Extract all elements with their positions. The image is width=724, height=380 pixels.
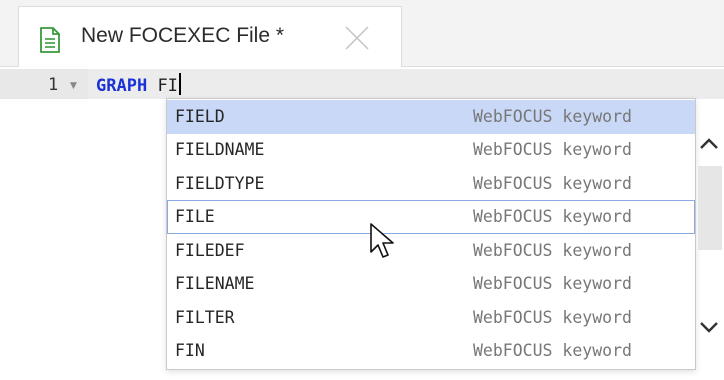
- tab-bar: New FOCEXEC File *: [0, 0, 724, 67]
- scrollbar-thumb[interactable]: [698, 166, 722, 250]
- item-type: WebFOCUS keyword: [473, 241, 632, 260]
- item-type: WebFOCUS keyword: [473, 274, 632, 293]
- chevron-down-icon[interactable]: [696, 316, 722, 338]
- autocomplete-item[interactable]: FIELDNAME WebFOCUS keyword: [167, 133, 695, 167]
- fold-arrow-icon[interactable]: ▼: [70, 81, 77, 91]
- item-type: WebFOCUS keyword: [473, 174, 632, 193]
- chevron-up-icon[interactable]: [696, 133, 722, 155]
- item-name: FIELDTYPE: [175, 174, 265, 193]
- autocomplete-item[interactable]: FILENAME WebFOCUS keyword: [167, 267, 695, 301]
- code-line[interactable]: GRAPH FI: [96, 73, 181, 96]
- item-type: WebFOCUS keyword: [473, 308, 632, 327]
- autocomplete-item[interactable]: FIELD WebFOCUS keyword: [167, 100, 695, 134]
- keyword-token: GRAPH: [96, 76, 148, 96]
- close-icon[interactable]: [343, 24, 371, 52]
- item-name: FIN: [175, 341, 205, 360]
- item-type: WebFOCUS keyword: [473, 107, 632, 126]
- item-type: WebFOCUS keyword: [473, 140, 632, 159]
- document-icon: [40, 27, 60, 53]
- autocomplete-popup: FIELD WebFOCUS keyword FIELDNAME WebFOCU…: [166, 98, 696, 370]
- autocomplete-item[interactable]: FILEDEF WebFOCUS keyword: [167, 234, 695, 268]
- autocomplete-item[interactable]: FILTER WebFOCUS keyword: [167, 301, 695, 335]
- line-number: 1: [48, 75, 59, 95]
- item-name: FILE: [175, 207, 215, 226]
- mouse-pointer-icon: [370, 223, 394, 258]
- autocomplete-item[interactable]: FILE WebFOCUS keyword: [167, 200, 695, 234]
- gutter: 1 ▼: [0, 69, 88, 99]
- tab-title: New FOCEXEC File *: [81, 24, 285, 47]
- item-type: WebFOCUS keyword: [473, 207, 632, 226]
- item-name: FIELDNAME: [175, 140, 265, 159]
- active-line: [88, 69, 724, 99]
- autocomplete-item[interactable]: FIN WebFOCUS keyword: [167, 334, 695, 368]
- item-name: FIELD: [175, 107, 225, 126]
- item-name: FILENAME: [175, 274, 255, 293]
- editor-tab[interactable]: New FOCEXEC File *: [18, 6, 402, 67]
- item-name: FILEDEF: [175, 241, 245, 260]
- typed-token: FI: [157, 76, 178, 96]
- text-caret: [178, 73, 181, 95]
- autocomplete-item[interactable]: FIELDTYPE WebFOCUS keyword: [167, 167, 695, 201]
- item-type: WebFOCUS keyword: [473, 341, 632, 360]
- item-name: FILTER: [175, 308, 235, 327]
